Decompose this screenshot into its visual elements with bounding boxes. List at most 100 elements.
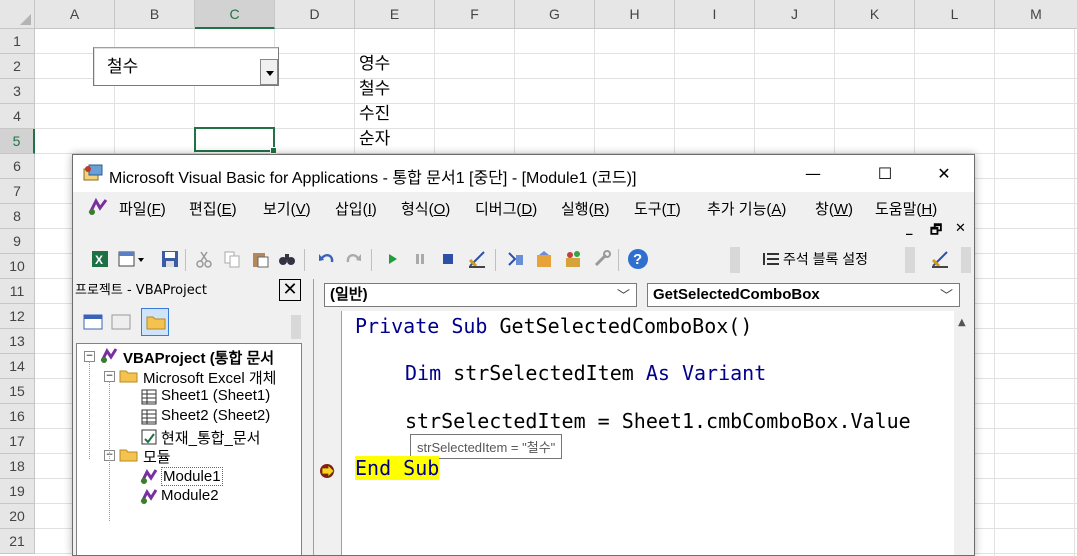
- view-object-icon[interactable]: [111, 313, 131, 331]
- menu-d[interactable]: 디버그(D): [475, 198, 537, 219]
- scroll-up-arrow-icon[interactable]: ▲: [958, 317, 966, 328]
- toolbar-overflow-chevron-2[interactable]: [905, 247, 915, 273]
- object-dropdown[interactable]: (일반) ﹀: [324, 283, 637, 307]
- column-header-f[interactable]: F: [435, 0, 515, 29]
- reset-icon[interactable]: [439, 250, 457, 268]
- cell-e4[interactable]: 수진: [359, 102, 390, 127]
- properties-icon[interactable]: [535, 250, 553, 268]
- mdi-restore-button[interactable]: 🗗: [930, 221, 942, 243]
- select-all-corner[interactable]: [0, 0, 35, 29]
- menu-o[interactable]: 형식(O): [401, 198, 450, 219]
- toggle-folders-button[interactable]: [141, 308, 169, 336]
- menu-f[interactable]: 파일(F): [119, 198, 166, 219]
- menu-h[interactable]: 도움말(H): [875, 198, 937, 219]
- row-header-16[interactable]: 16: [0, 404, 35, 429]
- project-explorer-pane[interactable]: 프로젝트 - VBAProject ✕ − VBAProject (통합 문서 …: [73, 279, 305, 555]
- column-header-m[interactable]: M: [995, 0, 1077, 29]
- toolbar-overflow-chevron-3[interactable]: [961, 247, 971, 273]
- column-header-d[interactable]: D: [275, 0, 355, 29]
- row-header-8[interactable]: 8: [0, 204, 35, 229]
- maximize-button[interactable]: ☐: [862, 155, 908, 192]
- pane-overflow-chevron[interactable]: [291, 315, 301, 339]
- active-cell-c5[interactable]: [194, 127, 277, 154]
- column-header-e[interactable]: E: [355, 0, 435, 29]
- design-mode-icon[interactable]: [468, 250, 486, 268]
- comment-block-label[interactable]: 주석 블록 설정: [783, 249, 868, 269]
- vbe-title-bar[interactable]: Microsoft Visual Basic for Applications …: [73, 155, 974, 192]
- row-header-19[interactable]: 19: [0, 479, 35, 504]
- row-header-21[interactable]: 21: [0, 529, 35, 554]
- menu-a[interactable]: 추가 기능(A): [707, 198, 786, 219]
- row-header-2[interactable]: 2: [0, 54, 35, 79]
- cut-icon[interactable]: [195, 250, 213, 268]
- view-code-icon[interactable]: [83, 313, 103, 331]
- find-icon[interactable]: [278, 250, 296, 268]
- view-excel-icon[interactable]: X: [91, 250, 109, 268]
- row-header-3[interactable]: 3: [0, 79, 35, 104]
- row-header-20[interactable]: 20: [0, 504, 35, 529]
- column-header-l[interactable]: L: [915, 0, 995, 29]
- pause-icon[interactable]: [411, 250, 429, 268]
- cell-e3[interactable]: 철수: [359, 77, 390, 102]
- undo-icon[interactable]: [317, 250, 335, 268]
- code-editor[interactable]: Private Sub GetSelectedComboBox() Dim st…: [314, 311, 954, 555]
- column-header-g[interactable]: G: [515, 0, 595, 29]
- row-header-12[interactable]: 12: [0, 304, 35, 329]
- row-header-17[interactable]: 17: [0, 429, 35, 454]
- row-header-10[interactable]: 10: [0, 254, 35, 279]
- vba-editor-window[interactable]: Microsoft Visual Basic for Applications …: [72, 154, 975, 556]
- column-header-i[interactable]: I: [675, 0, 755, 29]
- design-mode-icon-2[interactable]: [931, 250, 949, 268]
- tree-module1[interactable]: Module1: [161, 467, 223, 486]
- row-header-5[interactable]: 5: [0, 129, 35, 154]
- column-header-a[interactable]: A: [35, 0, 115, 29]
- tree-modules[interactable]: 모듈: [143, 446, 171, 467]
- combo-dropdown-button[interactable]: [260, 59, 278, 85]
- object-browser-icon[interactable]: [564, 250, 582, 268]
- tree-vbaproject[interactable]: VBAProject (통합 문서: [123, 347, 274, 368]
- row-header-9[interactable]: 9: [0, 229, 35, 254]
- row-header-6[interactable]: 6: [0, 154, 35, 179]
- tree-module2[interactable]: Module2: [161, 487, 219, 504]
- row-header-13[interactable]: 13: [0, 329, 35, 354]
- row-header-18[interactable]: 18: [0, 454, 35, 479]
- close-button[interactable]: ✕: [921, 155, 967, 192]
- row-header-14[interactable]: 14: [0, 354, 35, 379]
- save-icon[interactable]: [161, 250, 179, 268]
- column-header-k[interactable]: K: [835, 0, 915, 29]
- mdi-minimize-button[interactable]: _: [906, 221, 913, 236]
- menu-i[interactable]: 삽입(I): [335, 198, 377, 219]
- copy-icon[interactable]: [223, 250, 241, 268]
- menu-v[interactable]: 보기(V): [263, 198, 311, 219]
- cell-e5[interactable]: 순자: [359, 127, 390, 152]
- column-header-b[interactable]: B: [115, 0, 195, 29]
- tree-thisworkbook[interactable]: 현재_통합_문서: [161, 427, 261, 448]
- margin-indicator-bar[interactable]: [314, 311, 342, 555]
- paste-icon[interactable]: [251, 250, 269, 268]
- mdi-close-button[interactable]: ✕: [955, 221, 966, 236]
- help-icon[interactable]: ?: [627, 248, 649, 270]
- sheet-combo-box[interactable]: 철수: [93, 47, 279, 86]
- code-vertical-scrollbar[interactable]: ▲: [954, 311, 973, 555]
- row-header-11[interactable]: 11: [0, 279, 35, 304]
- column-header-j[interactable]: J: [755, 0, 835, 29]
- redo-icon[interactable]: [345, 250, 363, 268]
- project-tree[interactable]: − VBAProject (통합 문서 − Microsoft Excel 개체…: [76, 343, 302, 555]
- menu-e[interactable]: 편집(E): [189, 198, 237, 219]
- row-header-15[interactable]: 15: [0, 379, 35, 404]
- row-header-4[interactable]: 4: [0, 104, 35, 129]
- tree-sheet2[interactable]: Sheet2 (Sheet2): [161, 407, 270, 424]
- procedure-dropdown[interactable]: GetSelectedComboBox ﹀: [647, 283, 960, 307]
- toolbar-overflow-chevron[interactable]: [730, 247, 740, 273]
- minimize-button[interactable]: —: [790, 155, 836, 192]
- cell-e2[interactable]: 영수: [359, 52, 390, 77]
- column-header-c[interactable]: C: [195, 0, 275, 29]
- menu-w[interactable]: 창(W): [815, 198, 853, 219]
- insert-userform-icon[interactable]: [118, 250, 146, 268]
- code-window[interactable]: (일반) ﹀ GetSelectedComboBox ﹀ Private Sub…: [313, 279, 974, 555]
- menu-t[interactable]: 도구(T): [634, 198, 681, 219]
- run-icon[interactable]: [384, 250, 402, 268]
- menu-r[interactable]: 실행(R): [561, 198, 609, 219]
- column-header-h[interactable]: H: [595, 0, 675, 29]
- row-header-1[interactable]: 1: [0, 29, 35, 54]
